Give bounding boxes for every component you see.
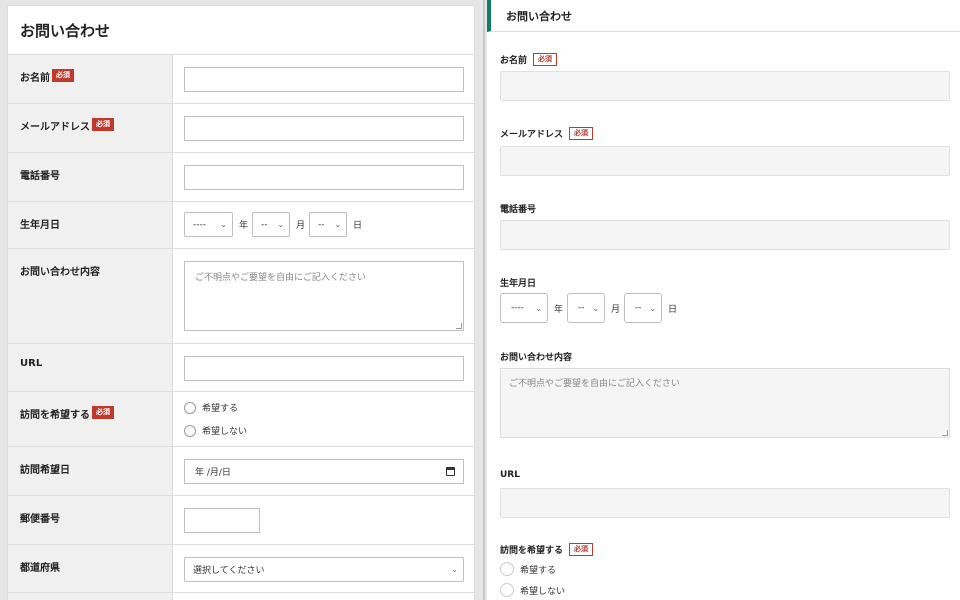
radio-icon[interactable]	[500, 562, 514, 576]
form-title: お問い合わせ	[487, 0, 960, 32]
visit-option-yes[interactable]: 希望する	[184, 401, 464, 414]
row-next	[8, 593, 474, 600]
required-badge: 必須	[92, 118, 114, 131]
panel-divider	[483, 0, 485, 600]
day-unit: 日	[353, 221, 363, 231]
birth-day-select[interactable]: -- ⌄	[309, 212, 348, 237]
form-title: お問い合わせ	[8, 6, 474, 55]
visit-option-no[interactable]: 希望しない	[500, 583, 565, 597]
birth-year-select[interactable]: ---- ⌄	[500, 293, 548, 323]
day-unit: 日	[668, 304, 678, 315]
month-unit: 月	[296, 221, 306, 231]
chevron-down-icon: ⌄	[649, 303, 657, 313]
year-unit: 年	[554, 304, 564, 315]
email-label: メールアドレス	[20, 122, 90, 133]
postal-input[interactable]	[184, 508, 260, 533]
row-birthday: 生年月日 ---- ⌄ 年 -- ⌄ 月 -- ⌄ 日	[8, 202, 474, 249]
phone-label: 電話番号	[500, 205, 537, 215]
visit-date-label: 訪問希望日	[20, 465, 70, 476]
row-visit-date: 訪問希望日 年 /月/日	[8, 447, 474, 496]
birthday-selects: ---- ⌄ 年 -- ⌄ 月 -- ⌄ 日	[500, 293, 681, 323]
phone-label: 電話番号	[20, 171, 60, 182]
birth-day-select[interactable]: -- ⌄	[624, 293, 663, 323]
visit-option-no[interactable]: 希望しない	[184, 424, 464, 437]
birth-month-select[interactable]: -- ⌄	[252, 212, 291, 237]
resize-handle-icon[interactable]	[942, 430, 948, 436]
required-badge: 必須	[569, 543, 594, 556]
name-label: お名前 必須	[500, 53, 558, 66]
birthday-label: 生年月日	[20, 220, 60, 231]
chevron-down-icon: ⌄	[334, 220, 342, 229]
prefecture-label: 都道府県	[20, 563, 60, 574]
name-input[interactable]	[184, 67, 464, 92]
visit-option-yes[interactable]: 希望する	[500, 562, 556, 576]
phone-input[interactable]	[184, 165, 464, 190]
postal-label: 郵便番号	[20, 514, 60, 525]
email-label: メールアドレス 必須	[500, 127, 594, 140]
required-badge: 必須	[52, 69, 74, 82]
phone-input[interactable]	[500, 220, 950, 250]
calendar-icon[interactable]	[446, 467, 455, 476]
url-input[interactable]	[500, 488, 950, 518]
required-badge: 必須	[533, 53, 558, 66]
url-label: URL	[500, 470, 520, 480]
inquiry-label: お問い合わせ内容	[20, 267, 100, 278]
radio-icon[interactable]	[184, 424, 196, 437]
birth-month-select[interactable]: -- ⌄	[567, 293, 606, 323]
row-postal: 郵便番号	[8, 496, 474, 545]
inquiry-label: お問い合わせ内容	[500, 353, 573, 363]
inquiry-placeholder: ご不明点やご要望を自由にご記入ください	[509, 379, 680, 389]
year-unit: 年	[239, 221, 249, 231]
chevron-down-icon: ⌄	[592, 303, 600, 313]
row-url: URL	[8, 344, 474, 392]
url-label: URL	[20, 358, 43, 369]
email-input[interactable]	[184, 116, 464, 141]
name-label: お名前	[20, 73, 50, 84]
chevron-down-icon: ⌄	[451, 565, 458, 574]
row-inquiry: お問い合わせ内容 ご不明点やご要望を自由にご記入ください	[8, 249, 474, 344]
inquiry-textarea[interactable]: ご不明点やご要望を自由にご記入ください	[500, 368, 950, 438]
chevron-down-icon: ⌄	[535, 303, 542, 313]
required-badge: 必須	[569, 127, 594, 140]
row-phone: 電話番号	[8, 153, 474, 202]
required-badge: 必須	[92, 406, 114, 419]
table-form-panel: お問い合わせ お名前 必須 メールアドレス 必須 電話番号 生年月日 ---- ⌄…	[7, 5, 475, 600]
email-input[interactable]	[500, 146, 950, 176]
radio-icon[interactable]	[500, 583, 514, 597]
radio-icon[interactable]	[184, 401, 196, 414]
visit-label: 訪問を希望する 必須	[500, 543, 594, 556]
visit-date-input[interactable]: 年 /月/日	[184, 459, 464, 484]
chevron-down-icon: ⌄	[277, 220, 285, 229]
month-unit: 月	[611, 304, 621, 315]
url-input[interactable]	[184, 356, 464, 381]
resize-handle-icon[interactable]	[456, 323, 462, 329]
birth-year-select[interactable]: ---- ⌄	[184, 212, 233, 237]
chevron-down-icon: ⌄	[220, 220, 227, 229]
birthday-label: 生年月日	[500, 279, 537, 289]
inquiry-textarea[interactable]: ご不明点やご要望を自由にご記入ください	[184, 261, 464, 331]
row-name: お名前 必須	[8, 55, 474, 104]
visit-label: 訪問を希望する	[20, 410, 90, 421]
row-visit: 訪問を希望する 必須 希望する 希望しない	[8, 392, 474, 447]
row-email: メールアドレス 必須	[8, 104, 474, 153]
inquiry-placeholder: ご不明点やご要望を自由にご記入ください	[195, 273, 366, 283]
name-input[interactable]	[500, 71, 950, 101]
prefecture-select[interactable]: 選択してください ⌄	[184, 557, 464, 582]
stacked-form-panel: お問い合わせ お名前 必須 メールアドレス 必須 電話番号 生年月日 ---- ⌄…	[487, 0, 960, 600]
row-prefecture: 都道府県 選択してください ⌄	[8, 545, 474, 593]
